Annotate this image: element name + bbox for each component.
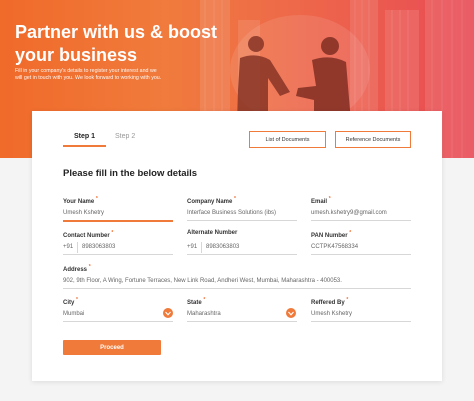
city-underline <box>63 321 173 322</box>
state-label: State * <box>187 297 206 306</box>
referred-by-input[interactable]: Umesh Kshetry <box>311 311 352 317</box>
list-of-documents-button[interactable]: List of Documents <box>249 131 326 148</box>
alternate-country-code: +91 <box>187 244 198 250</box>
email-underline <box>311 220 411 221</box>
chevron-down-icon[interactable] <box>286 308 296 318</box>
contact-number-underline <box>63 254 173 255</box>
alternate-number-input[interactable]: 8983063803 <box>206 244 239 250</box>
address-underline <box>63 288 411 289</box>
tab-step-2[interactable]: Step 2 <box>115 133 135 140</box>
contact-number-label: Contact Number * <box>63 230 114 239</box>
referred-by-label: Reffered By * <box>311 297 349 306</box>
company-name-label: Company Name * <box>187 196 236 205</box>
company-name-underline <box>187 220 297 221</box>
hero-title: Partner with us & boost your business <box>15 22 218 65</box>
contact-number-input[interactable]: 8983063803 <box>82 244 115 250</box>
your-name-underline <box>63 220 173 222</box>
state-underline <box>187 321 297 322</box>
alternate-number-label: Alternate Number <box>187 230 238 236</box>
your-name-input[interactable]: Umesh Kshetry <box>63 210 104 216</box>
form-heading: Please fill in the below details <box>63 168 198 179</box>
email-input[interactable]: umesh.kshetry9@gmail.com <box>311 210 387 216</box>
proceed-button[interactable]: Proceed <box>63 340 161 355</box>
reference-documents-button[interactable]: Reference Documents <box>335 131 411 148</box>
your-name-label: Your Name * <box>63 196 98 205</box>
state-select[interactable]: Maharashtra <box>187 311 221 317</box>
alternate-divider <box>201 242 202 253</box>
city-select[interactable]: Mumbai <box>63 311 84 317</box>
pan-number-input[interactable]: CCTPK47568334 <box>311 244 358 250</box>
tab-step-1[interactable]: Step 1 <box>74 133 95 140</box>
pan-number-underline <box>311 254 411 255</box>
city-label: City * <box>63 297 78 306</box>
contact-country-code: +91 <box>63 244 74 250</box>
active-step-indicator <box>63 145 106 147</box>
referred-by-underline <box>311 321 411 322</box>
registration-form-card: Step 1 Step 2 List of Documents Referenc… <box>32 111 442 381</box>
hero-subtitle: Fill in your company's details to regist… <box>15 68 162 82</box>
alternate-number-underline <box>187 254 297 255</box>
address-input[interactable]: 902, 9th Floor, A Wing, Fortune Terraces… <box>63 278 342 284</box>
pan-number-label: PAN Number * <box>311 230 352 239</box>
chevron-down-icon[interactable] <box>163 308 173 318</box>
email-label: Email * <box>311 196 331 205</box>
contact-divider <box>77 242 78 253</box>
address-label: Address * <box>63 264 91 273</box>
company-name-input[interactable]: Interface Business Solutions (ibs) <box>187 210 276 216</box>
